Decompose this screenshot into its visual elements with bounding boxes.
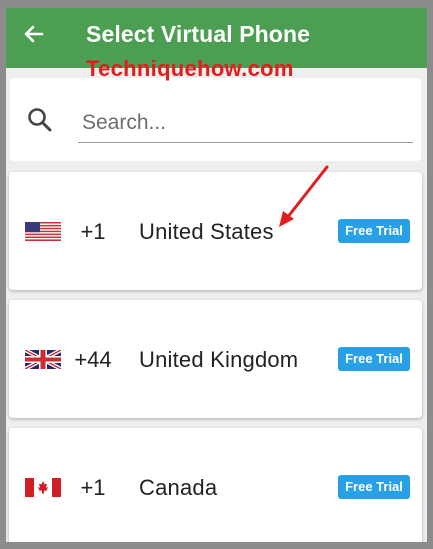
country-code: +1: [80, 475, 106, 500]
country-name: United States: [139, 219, 274, 244]
us-flag-icon: [25, 222, 61, 241]
free-trial-badge[interactable]: Free Trial: [338, 475, 410, 499]
uk-flag-icon: [25, 350, 61, 369]
app-screen: Select Virtual Phone Techniquehow.com +1…: [6, 8, 427, 542]
page-title: Select Virtual Phone: [86, 21, 310, 47]
canada-flag-icon: [25, 478, 61, 497]
country-code: +44: [74, 347, 112, 372]
arrow-left-icon[interactable]: [22, 22, 46, 46]
free-trial-badge[interactable]: Free Trial: [338, 347, 410, 371]
watermark-text: Techniquehow.com: [86, 56, 294, 81]
search-icon: [28, 108, 52, 132]
search-bar: [10, 78, 421, 161]
country-name: United Kingdom: [139, 347, 299, 372]
country-row-canada[interactable]: +1 Canada Free Trial: [9, 428, 422, 542]
search-input[interactable]: [78, 103, 413, 143]
country-code: +1: [80, 219, 106, 244]
country-name: Canada: [139, 475, 218, 500]
free-trial-badge[interactable]: Free Trial: [338, 219, 410, 243]
country-row-united-kingdom[interactable]: +44 United Kingdom Free Trial: [9, 300, 422, 418]
country-row-united-states[interactable]: +1 United States Free Trial: [9, 172, 422, 290]
